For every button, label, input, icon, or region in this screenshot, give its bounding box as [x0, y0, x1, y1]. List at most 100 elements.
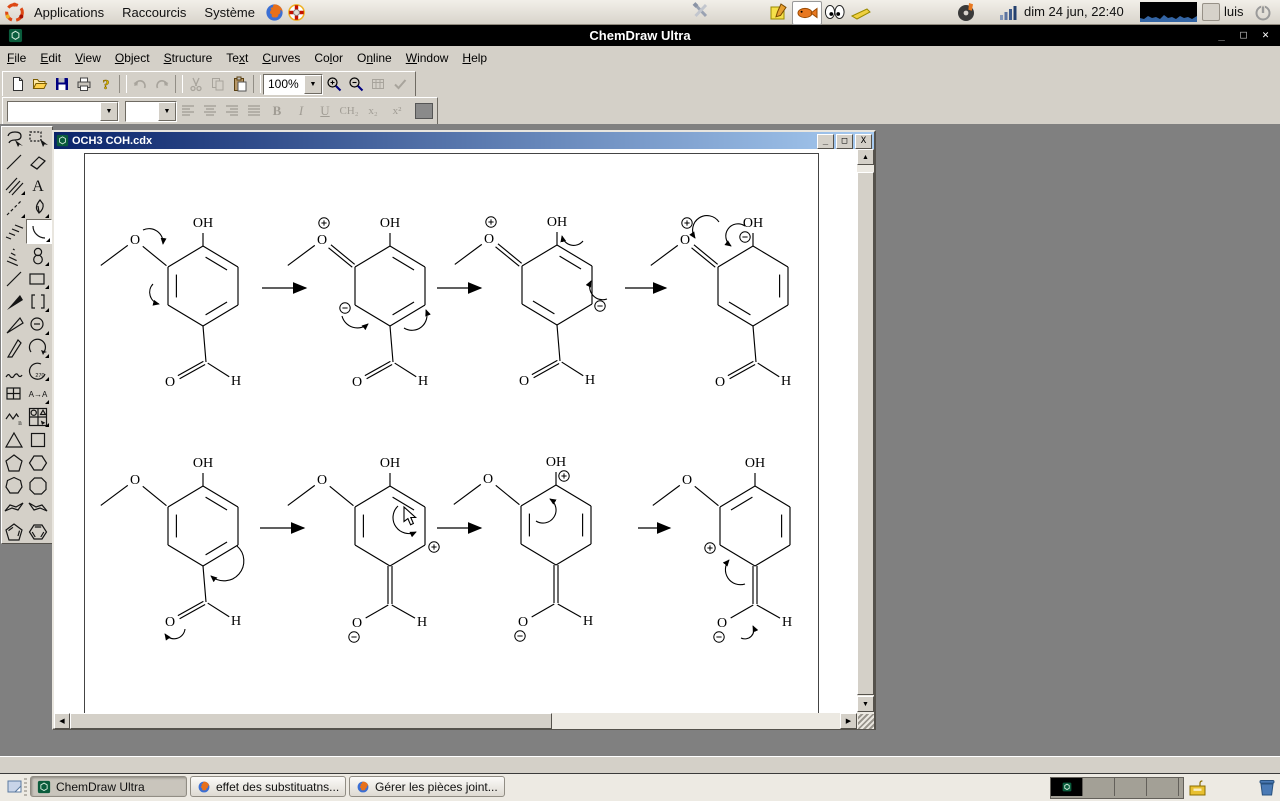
align-left-button[interactable] [177, 101, 199, 121]
tool-solid-bond[interactable] [2, 150, 26, 173]
app-minimize-button[interactable]: _ [1213, 27, 1230, 42]
tool-arc[interactable] [26, 219, 52, 244]
tool-orbital[interactable] [26, 244, 50, 267]
align-justify-button[interactable] [243, 101, 265, 121]
subscript-button[interactable]: x₂ [361, 105, 385, 117]
workspace-4[interactable] [1147, 778, 1179, 796]
menubar-item-edit[interactable]: Edit [33, 49, 68, 67]
tool-cycloheptane[interactable] [2, 474, 26, 497]
tool-chair-1[interactable] [2, 497, 26, 520]
cut-button[interactable] [185, 74, 207, 94]
document-titlebar[interactable]: OCH3 COH.cdx _ □ X [54, 132, 874, 149]
check-button[interactable] [389, 74, 411, 94]
font-name-combobox[interactable]: ▼ [7, 100, 119, 122]
tool-benzene[interactable] [26, 520, 50, 543]
new-button[interactable] [7, 74, 29, 94]
menubar-item-text[interactable]: Text [219, 49, 255, 67]
bold-button[interactable]: B [265, 103, 289, 119]
zoom-out-button[interactable] [345, 74, 367, 94]
zoom-in-button[interactable] [323, 74, 345, 94]
tool-eraser[interactable] [26, 150, 50, 173]
menubar-item-structure[interactable]: Structure [157, 49, 220, 67]
firefox-launcher-icon[interactable] [264, 1, 286, 23]
app-close-button[interactable]: ✕ [1257, 27, 1274, 42]
zoom-combobox[interactable]: 100% ▼ [263, 73, 323, 95]
doc-maximize-button[interactable]: □ [836, 134, 853, 149]
structure-1[interactable]: OHOO H [100, 216, 241, 390]
structure-5[interactable]: OHOO H [100, 456, 245, 641]
cd-audio-icon[interactable] [956, 1, 978, 23]
task-button-3[interactable]: Gérer les pièces joint... [349, 776, 505, 797]
taskbar-handle[interactable] [24, 778, 27, 797]
tool-polymer[interactable]: n [2, 405, 26, 428]
copy-button[interactable] [207, 74, 229, 94]
tool-square[interactable] [26, 428, 50, 451]
app-maximize-button[interactable]: □ [1235, 27, 1252, 42]
color-swatch-button[interactable] [415, 103, 433, 119]
help-lifesaver-icon[interactable] [286, 1, 308, 23]
tool-cyclopentane[interactable] [2, 451, 26, 474]
power-icon[interactable] [1252, 1, 1274, 23]
menubar-item-file[interactable]: File [0, 49, 33, 67]
task-button-1[interactable]: ChemDraw Ultra [30, 776, 187, 797]
show-desktop-icon[interactable] [4, 777, 26, 799]
tool-bold-bond[interactable] [2, 267, 26, 290]
underline-button[interactable]: U [313, 103, 337, 119]
scroll-up-button[interactable]: ▲ [857, 149, 874, 165]
tool-wedge-bond[interactable] [2, 290, 26, 313]
help-button[interactable]: ? [95, 74, 117, 94]
font-name-dropdown-arrow[interactable]: ▼ [100, 101, 118, 121]
redo-button[interactable] [151, 74, 173, 94]
scroll-down-button[interactable]: ▼ [857, 696, 874, 712]
note-applet-icon[interactable] [768, 1, 790, 23]
archive-manager-icon[interactable] [1186, 777, 1208, 799]
app-titlebar[interactable]: ChemDraw Ultra _ □ ✕ [0, 24, 1280, 46]
horizontal-scroll-thumb[interactable] [70, 713, 552, 729]
hand-button[interactable] [367, 74, 389, 94]
structure-4[interactable]: OHOO H [650, 215, 791, 390]
structure-7[interactable]: OHOO H [453, 455, 593, 642]
structure-8[interactable]: OHOO H [652, 456, 792, 643]
menubar-item-color[interactable]: Color [307, 49, 350, 67]
italic-button[interactable]: I [289, 103, 313, 119]
task-button-2[interactable]: effet des substituatns... [190, 776, 346, 797]
menubar-item-online[interactable]: Online [350, 49, 399, 67]
formula-button[interactable]: CH₂ [337, 105, 361, 117]
tool-pen[interactable] [26, 196, 50, 219]
tool-text[interactable]: A [26, 173, 50, 196]
window-selector-button[interactable] [1202, 3, 1220, 21]
vertical-scroll-thumb[interactable] [857, 172, 874, 695]
menubar-item-curves[interactable]: Curves [255, 49, 307, 67]
tool-lasso[interactable] [2, 127, 26, 150]
tool-multiple-bonds[interactable] [2, 173, 26, 196]
tool-dart-bond[interactable] [2, 336, 26, 359]
font-size-dropdown-arrow[interactable]: ▼ [158, 101, 176, 121]
paste-button[interactable] [229, 74, 251, 94]
scroll-left-button[interactable]: ◀ [54, 713, 70, 729]
tool-rectangle[interactable] [26, 267, 50, 290]
font-size-combobox[interactable]: ▼ [125, 100, 177, 122]
zoom-dropdown-arrow[interactable]: ▼ [304, 74, 322, 94]
tool-bracket[interactable] [26, 290, 50, 313]
menu-systeme[interactable]: Système [195, 0, 264, 24]
doc-close-button[interactable]: X [855, 134, 872, 149]
network-signal-icon[interactable] [998, 1, 1020, 23]
ubuntu-logo-icon[interactable] [3, 1, 25, 23]
tool-wavy-bond[interactable] [2, 359, 26, 382]
trash-icon[interactable] [1256, 776, 1278, 798]
structure-6[interactable]: OHOO H [287, 456, 440, 643]
horizontal-scrollbar[interactable]: ◀ ▶ [54, 713, 874, 729]
workspace-3[interactable] [1115, 778, 1147, 796]
tool-cyclopentadiene[interactable] [2, 520, 26, 543]
tool-hashed-wedge-bond[interactable] [2, 244, 26, 267]
fish-applet-icon[interactable] [792, 1, 822, 25]
tool-atom-map[interactable]: A→A [26, 382, 50, 405]
menubar-item-help[interactable]: Help [455, 49, 494, 67]
drawing-canvas[interactable]: OH O O H OH O O H OH O O H OH O O H OH O O H OH O O H OH O O H OH O O H [54, 149, 857, 713]
menu-applications[interactable]: Applications [25, 0, 113, 24]
menubar-item-view[interactable]: View [68, 49, 108, 67]
menubar-item-window[interactable]: Window [399, 49, 456, 67]
align-center-button[interactable] [199, 101, 221, 121]
tool-chair-2[interactable] [26, 497, 50, 520]
print-button[interactable] [73, 74, 95, 94]
